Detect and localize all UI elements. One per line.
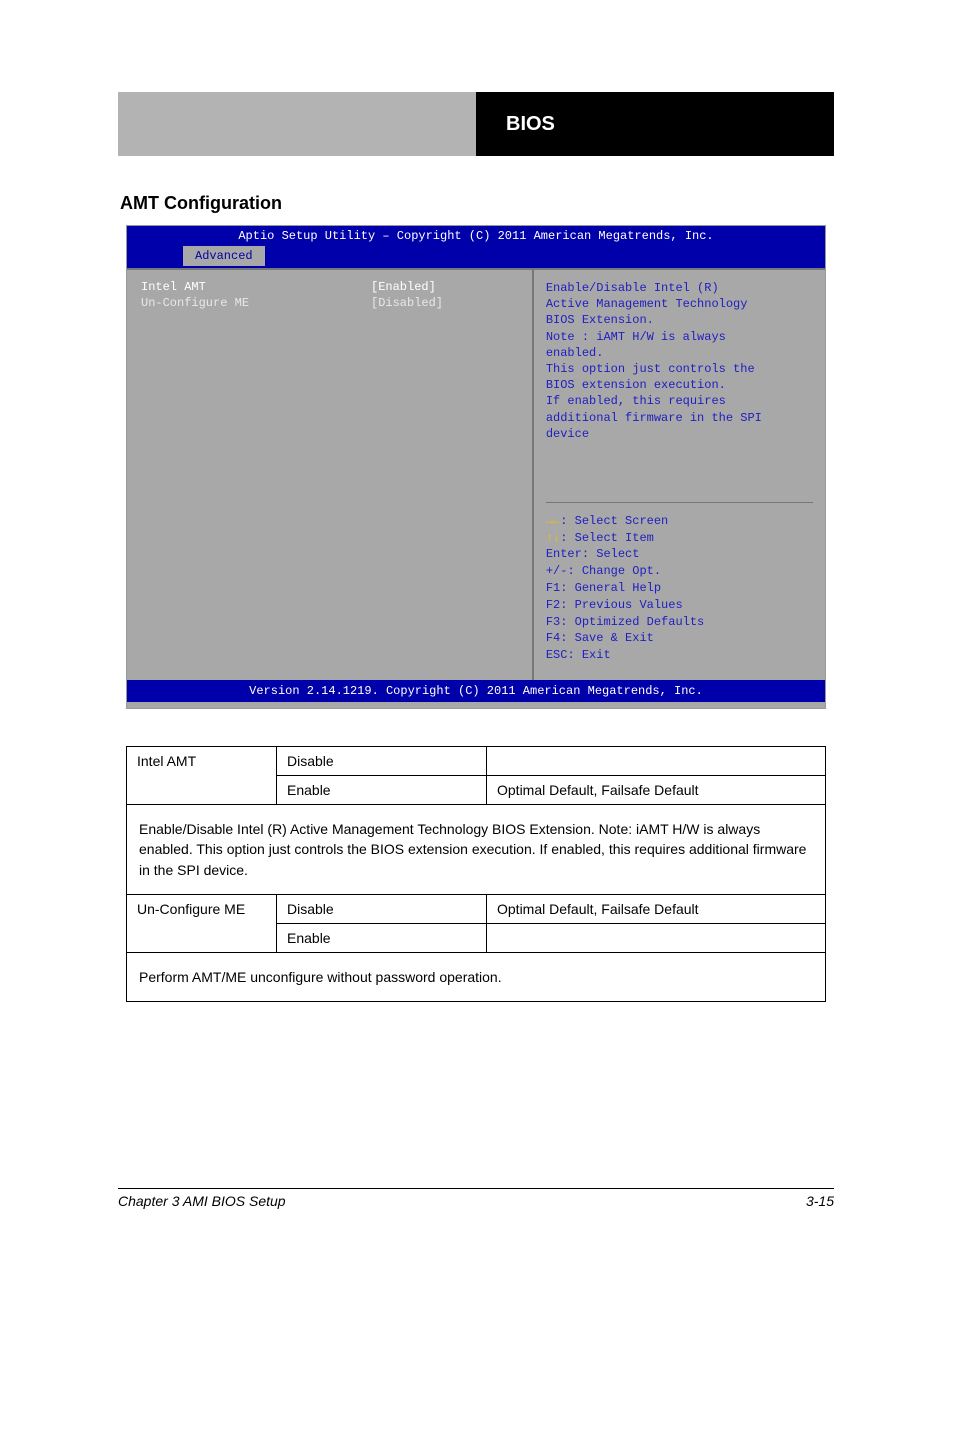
nav-text: : Exit <box>567 648 610 662</box>
bios-left-pane: Intel AMT [Enabled] Un-Configure ME [Dis… <box>127 270 532 680</box>
table-row: Enable/Disable Intel (R) Active Manageme… <box>127 805 826 895</box>
option-default <box>487 747 826 776</box>
option-default <box>487 923 826 952</box>
page-footer: Chapter 3 AMI BIOS Setup 3-15 <box>118 1188 834 1209</box>
nav-line: ESC: Exit <box>546 647 813 664</box>
option-val: Disable <box>277 747 487 776</box>
nav-key: F4 <box>546 631 560 645</box>
nav-line: →←: Select Screen <box>546 513 813 530</box>
nav-key: F3 <box>546 615 560 629</box>
help-line: additional firmware in the SPI <box>546 410 813 426</box>
nav-line: F2: Previous Values <box>546 597 813 614</box>
nav-text: : Select Screen <box>560 514 668 528</box>
nav-text: : General Help <box>560 581 661 595</box>
bios-tab-row: Advanced <box>127 246 825 268</box>
bios-item-value: [Enabled] <box>371 280 436 294</box>
help-line: This option just controls the <box>546 361 813 377</box>
bios-main: Intel AMT [Enabled] Un-Configure ME [Dis… <box>127 268 825 680</box>
nav-key: ESC <box>546 648 568 662</box>
banner-title: BIOS <box>506 113 555 136</box>
nav-text: : Save & Exit <box>560 631 654 645</box>
bios-item-label: Un-Configure ME <box>141 296 371 310</box>
nav-line: ↑↓: Select Item <box>546 530 813 547</box>
bios-right-pane: Enable/Disable Intel (R) Active Manageme… <box>532 270 825 680</box>
table-row: Intel AMT Disable <box>127 747 826 776</box>
chapter-banner: BIOS <box>118 92 834 156</box>
nav-line: +/-: Change Opt. <box>546 563 813 580</box>
help-line: Note : iAMT H/W is always <box>546 329 813 345</box>
help-line: If enabled, this requires <box>546 393 813 409</box>
bios-item-label: Intel AMT <box>141 280 371 294</box>
option-default: Optimal Default, Failsafe Default <box>487 776 826 805</box>
nav-key: Enter <box>546 547 582 561</box>
help-line: Active Management Technology <box>546 296 813 312</box>
nav-line: Enter: Select <box>546 546 813 563</box>
bios-nav-help: →←: Select Screen ↑↓: Select Item Enter:… <box>546 502 813 664</box>
option-desc: Perform AMT/ME unconfigure without passw… <box>127 952 826 1001</box>
options-table: Intel AMT Disable Enable Optimal Default… <box>126 746 826 1002</box>
bios-window: Aptio Setup Utility – Copyright (C) 2011… <box>126 225 826 709</box>
banner-right-block: BIOS <box>476 92 834 156</box>
option-name: Un-Configure ME <box>127 894 277 952</box>
option-val: Enable <box>277 776 487 805</box>
nav-text: : Change Opt. <box>567 564 661 578</box>
bios-footer: Version 2.14.1219. Copyright (C) 2011 Am… <box>127 680 825 702</box>
help-line: BIOS extension execution. <box>546 377 813 393</box>
banner-left-block <box>118 92 476 156</box>
nav-line: F1: General Help <box>546 580 813 597</box>
nav-line: F3: Optimized Defaults <box>546 614 813 631</box>
table-row: Un-Configure ME Disable Optimal Default,… <box>127 894 826 923</box>
bios-title: Aptio Setup Utility – Copyright (C) 2011… <box>127 226 825 246</box>
help-line: Enable/Disable Intel (R) <box>546 280 813 296</box>
help-line: BIOS Extension. <box>546 312 813 328</box>
option-default: Optimal Default, Failsafe Default <box>487 894 826 923</box>
bios-help-text: Enable/Disable Intel (R) Active Manageme… <box>546 280 813 442</box>
option-val: Enable <box>277 923 487 952</box>
bios-item[interactable]: Intel AMT [Enabled] <box>141 280 518 294</box>
table-row: Perform AMT/ME unconfigure without passw… <box>127 952 826 1001</box>
option-name: Intel AMT <box>127 747 277 805</box>
nav-text: : Previous Values <box>560 598 682 612</box>
bios-item[interactable]: Un-Configure ME [Disabled] <box>141 296 518 310</box>
arrow-ud-icon: ↑↓ <box>546 531 560 545</box>
nav-key: +/- <box>546 564 568 578</box>
bios-tab-advanced[interactable]: Advanced <box>183 246 265 266</box>
nav-key: F2 <box>546 598 560 612</box>
section-heading: AMT Configuration <box>120 193 282 214</box>
footer-page-number: 3-15 <box>806 1193 834 1209</box>
nav-line: F4: Save & Exit <box>546 630 813 647</box>
nav-text: : Select <box>582 547 640 561</box>
nav-text: : Select Item <box>560 531 654 545</box>
option-val: Disable <box>277 894 487 923</box>
option-desc: Enable/Disable Intel (R) Active Manageme… <box>127 805 826 895</box>
footer-chapter: Chapter 3 AMI BIOS Setup <box>118 1193 286 1209</box>
nav-text: : Optimized Defaults <box>560 615 704 629</box>
bios-item-value: [Disabled] <box>371 296 443 310</box>
arrow-lr-icon: →← <box>546 514 560 528</box>
help-line: enabled. <box>546 345 813 361</box>
help-line: device <box>546 426 813 442</box>
nav-key: F1 <box>546 581 560 595</box>
